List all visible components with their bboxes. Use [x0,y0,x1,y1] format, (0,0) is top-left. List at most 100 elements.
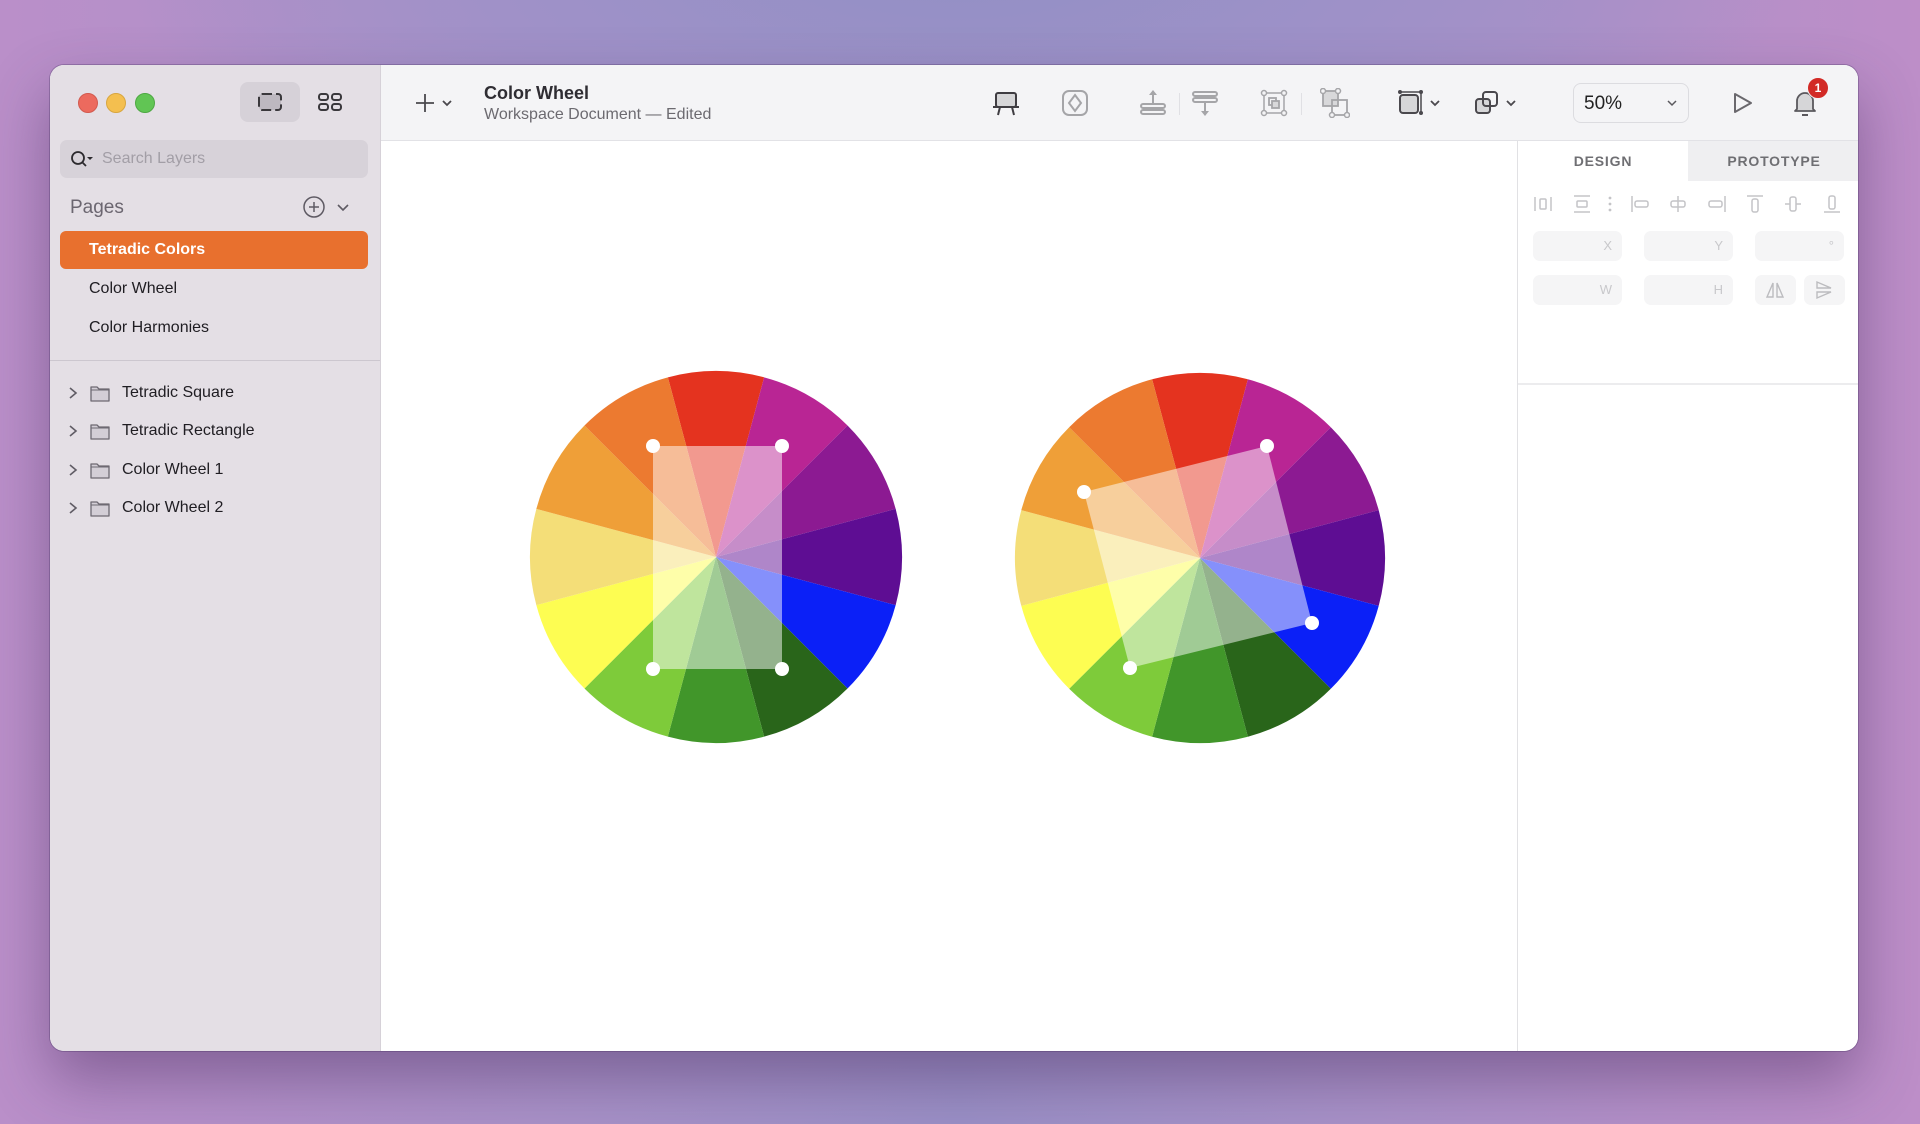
page-item-color-harmonies[interactable]: Color Harmonies [60,309,368,347]
page-item-label: Color Wheel [89,280,178,297]
align-top-icon[interactable] [1744,193,1766,215]
chevron-right-icon[interactable] [67,386,79,400]
chevron-right-icon[interactable] [67,501,79,515]
chevron-down-icon [1430,100,1440,107]
app-window: Pages Tetradic Colors Color Wheel Color … [50,65,1858,1051]
vertex-handle[interactable] [646,439,660,453]
vertex-handle[interactable] [1260,439,1274,453]
vertex-handle[interactable] [1123,661,1137,675]
canvas-view-toggle[interactable] [240,82,300,122]
layer-item-tetradic-square[interactable]: Tetradic Square [50,375,380,411]
boolean-menu-button[interactable] [1501,87,1521,119]
flip-vertical-button[interactable] [1804,275,1845,305]
minimize-window-button[interactable] [106,93,126,113]
group-button[interactable] [1319,87,1351,119]
folder-icon [90,501,110,517]
add-page-icon[interactable] [302,195,326,219]
resize-button[interactable] [1395,87,1427,119]
search-layers-input[interactable] [100,149,364,169]
folder-icon [90,424,110,440]
layer-item-label: Tetradic Rectangle [122,422,255,439]
align-center-horizontal-icon[interactable] [1667,193,1689,215]
x-position-field[interactable]: X [1533,231,1622,261]
vertex-handle[interactable] [775,439,789,453]
move-forward-icon [1140,90,1166,115]
tetradic-rectangle-overlay[interactable] [653,446,782,669]
folder-icon [90,386,110,402]
vertex-handle[interactable] [775,662,789,676]
layer-item-color-wheel-1[interactable]: Color Wheel 1 [50,452,380,488]
align-right-icon[interactable] [1706,193,1728,215]
w-field-label: W [1599,282,1612,297]
align-left-icon[interactable] [1629,193,1651,215]
inspector-panel: DESIGN PROTOTYPE X Y ° W H [1517,141,1858,1051]
page-item-color-wheel[interactable]: Color Wheel [60,270,368,308]
vertex-handle[interactable] [1077,485,1091,499]
boolean-button[interactable] [1471,87,1503,119]
boolean-icon [1475,91,1498,114]
move-forward-button[interactable] [1137,87,1169,119]
sidebar: Pages Tetradic Colors Color Wheel Color … [50,65,381,1051]
distribute-vertical-icon[interactable] [1571,193,1593,215]
tab-prototype[interactable]: PROTOTYPE [1688,141,1858,181]
resize-menu-button[interactable] [1425,87,1445,119]
play-icon [1734,93,1752,113]
inspector-divider [1518,383,1858,385]
height-field[interactable]: H [1644,275,1733,305]
vertex-handle[interactable] [646,662,660,676]
y-position-field[interactable]: Y [1644,231,1733,261]
chevron-right-icon[interactable] [67,424,79,438]
symbol-button[interactable] [1059,87,1091,119]
pages-title: Pages [70,197,124,218]
layer-item-tetradic-rectangle[interactable]: Tetradic Rectangle [50,413,380,449]
flip-horizontal-icon [1765,282,1785,298]
close-window-button[interactable] [78,93,98,113]
zoom-level-value: 50% [1584,93,1623,114]
canvas-artwork [530,371,1386,744]
chevron-down-icon [1506,100,1516,107]
plus-icon [416,94,434,112]
collapse-pages-chevron-icon[interactable] [335,199,351,215]
notifications-badge: 1 [1807,77,1829,99]
move-backward-icon [1192,91,1218,116]
symbol-icon [1062,90,1088,116]
search-layers-field[interactable] [60,140,368,178]
layer-item-label: Color Wheel 1 [122,461,224,478]
move-backward-button[interactable] [1189,87,1221,119]
artboard-icon [993,92,1019,116]
zoom-level-dropdown[interactable]: 50% [1573,83,1689,123]
components-grid-icon [318,93,342,111]
folder-icon [90,463,110,479]
align-bottom-icon[interactable] [1821,193,1843,215]
toolbar: Color Wheel Workspace Document — Edited [381,65,1858,141]
insert-menu-button[interactable] [437,87,457,119]
tab-design[interactable]: DESIGN [1518,141,1688,181]
chevron-down-icon [442,100,452,107]
document-title: Color Wheel [484,83,590,103]
more-icon[interactable] [1599,193,1621,215]
sidebar-divider [50,360,380,361]
layer-item-color-wheel-2[interactable]: Color Wheel 2 [50,490,380,526]
pages-header: Pages [70,195,370,223]
page-item-tetradic-colors[interactable]: Tetradic Colors [60,231,368,269]
artboard-button[interactable] [990,87,1022,119]
rotation-field[interactable]: ° [1755,231,1844,261]
page-item-label: Color Harmonies [89,319,210,336]
vertex-handle[interactable] [1305,616,1319,630]
rotation-field-label: ° [1828,238,1834,253]
chevron-right-icon[interactable] [67,463,79,477]
layer-item-label: Tetradic Square [122,384,235,401]
y-field-label: Y [1714,238,1723,253]
h-field-label: H [1713,282,1723,297]
toolbar-separator [1179,93,1180,115]
preview-button[interactable] [1726,87,1758,119]
flip-horizontal-button[interactable] [1755,275,1796,305]
components-view-toggle[interactable] [305,82,355,122]
mask-button[interactable] [1258,87,1290,119]
alignment-toolbar [1518,193,1858,217]
design-canvas[interactable] [381,141,1517,1051]
align-middle-icon[interactable] [1782,193,1804,215]
width-field[interactable]: W [1533,275,1622,305]
zoom-window-button[interactable] [135,93,155,113]
distribute-horizontal-icon[interactable] [1532,193,1554,215]
